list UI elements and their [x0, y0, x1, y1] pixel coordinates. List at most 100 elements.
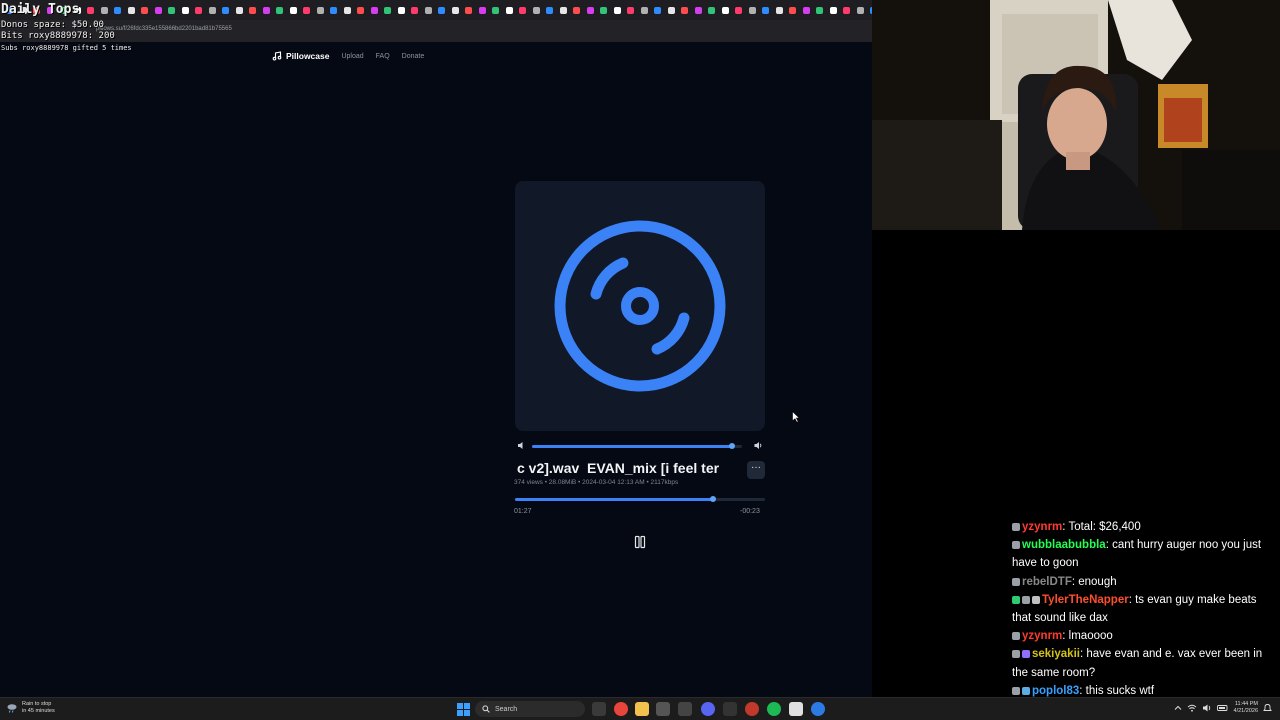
browser-tab[interactable] — [733, 3, 745, 17]
volume-slider[interactable] — [532, 443, 742, 449]
app-icon-3[interactable] — [723, 702, 737, 716]
browser-tab[interactable] — [193, 3, 205, 17]
pause-icon[interactable] — [633, 535, 647, 549]
browser-tab[interactable] — [396, 3, 408, 17]
seek-thumb[interactable] — [709, 496, 716, 502]
spotify-icon[interactable] — [767, 702, 781, 716]
browser-tab[interactable] — [382, 3, 394, 17]
weather-widget[interactable]: Rain to stop in 45 minutes — [6, 701, 55, 715]
app-icon-6[interactable] — [811, 702, 825, 716]
browser-tab[interactable] — [855, 3, 867, 17]
browser-tab[interactable] — [598, 3, 610, 17]
browser-tab[interactable] — [99, 3, 111, 17]
browser-tab[interactable] — [423, 3, 435, 17]
browser-tab[interactable] — [166, 3, 178, 17]
browser-tab[interactable] — [504, 3, 516, 17]
browser-tab[interactable] — [126, 3, 138, 17]
seek-bar[interactable] — [515, 496, 765, 502]
browser-tab[interactable] — [558, 3, 570, 17]
more-options-button[interactable]: ··· — [747, 461, 765, 479]
browser-tab[interactable] — [801, 3, 813, 17]
browser-tab[interactable] — [463, 3, 475, 17]
browser-tab[interactable] — [369, 3, 381, 17]
browser-tab[interactable] — [139, 3, 151, 17]
url-text[interactable]: pillows.su/f/26fdc335e155866bd2201bad81b… — [96, 26, 232, 32]
discord-icon[interactable] — [701, 702, 715, 716]
taskbar-search[interactable]: Search — [475, 701, 585, 717]
file-explorer-icon[interactable] — [635, 702, 649, 716]
chevron-up-icon[interactable] — [1174, 704, 1182, 712]
browser-tab[interactable] — [814, 3, 826, 17]
browser-tab[interactable] — [652, 3, 664, 17]
volume-low-icon[interactable] — [517, 441, 526, 450]
browser-tab[interactable] — [760, 3, 772, 17]
browser-tab[interactable] — [625, 3, 637, 17]
browser-tab[interactable] — [112, 3, 124, 17]
wifi-icon[interactable] — [1187, 703, 1197, 713]
browser-tab[interactable] — [585, 3, 597, 17]
browser-tab[interactable] — [666, 3, 678, 17]
browser-tab[interactable] — [153, 3, 165, 17]
browser-tab[interactable] — [531, 3, 543, 17]
browser-tab[interactable] — [315, 3, 327, 17]
browser-tab[interactable] — [706, 3, 718, 17]
browser-tab[interactable] — [612, 3, 624, 17]
browser-tab[interactable] — [342, 3, 354, 17]
nav-faq[interactable]: FAQ — [376, 53, 390, 60]
chat-username[interactable]: rebelDTF — [1022, 576, 1072, 588]
app-icon-1[interactable] — [656, 702, 670, 716]
browser-tab[interactable] — [571, 3, 583, 17]
browser-tab[interactable] — [477, 3, 489, 17]
browser-tab[interactable] — [720, 3, 732, 17]
browser-tab[interactable] — [234, 3, 246, 17]
task-view-icon[interactable] — [592, 702, 606, 716]
browser-tab[interactable] — [787, 3, 799, 17]
browser-tab[interactable] — [639, 3, 651, 17]
browser-tab[interactable] — [747, 3, 759, 17]
browser-tab[interactable] — [288, 3, 300, 17]
volume-thumb[interactable] — [729, 443, 735, 449]
notification-bell-icon[interactable] — [1263, 703, 1272, 713]
browser-tab[interactable] — [247, 3, 259, 17]
chat-username[interactable]: yzynrm — [1022, 630, 1062, 642]
chrome-icon[interactable] — [614, 702, 628, 716]
brand-link[interactable]: Pillowcase — [272, 51, 329, 61]
browser-tab[interactable] — [274, 3, 286, 17]
chat-username[interactable]: poplol83 — [1032, 685, 1079, 697]
nav-upload[interactable]: Upload — [341, 53, 363, 60]
browser-tab[interactable] — [85, 3, 97, 17]
chat-username[interactable]: yzynrm — [1022, 521, 1062, 533]
browser-tab[interactable] — [679, 3, 691, 17]
tab-favicon-icon — [289, 6, 297, 14]
chat-username[interactable]: sekiyakii — [1032, 648, 1080, 660]
speaker-icon[interactable] — [1202, 703, 1212, 713]
clock[interactable]: 11:44 PM 4/21/2026 — [1234, 701, 1258, 715]
windows-start-icon[interactable] — [457, 703, 470, 716]
browser-tab[interactable] — [450, 3, 462, 17]
chat-username[interactable]: TylerTheNapper — [1042, 594, 1129, 606]
battery-icon[interactable] — [1216, 703, 1229, 713]
chat-username[interactable]: wubblaabubbla — [1022, 539, 1106, 551]
browser-tab[interactable] — [409, 3, 421, 17]
app-icon-4[interactable] — [745, 702, 759, 716]
nav-donate[interactable]: Donate — [402, 53, 425, 60]
app-icon-5[interactable] — [789, 702, 803, 716]
browser-tab[interactable] — [841, 3, 853, 17]
volume-high-icon[interactable] — [754, 441, 763, 450]
browser-tab[interactable] — [490, 3, 502, 17]
browser-tab[interactable] — [301, 3, 313, 17]
browser-tab[interactable] — [517, 3, 529, 17]
browser-tab[interactable] — [693, 3, 705, 17]
browser-tab[interactable] — [544, 3, 556, 17]
browser-tab[interactable] — [220, 3, 232, 17]
browser-tab[interactable] — [207, 3, 219, 17]
app-icon-2[interactable] — [678, 702, 692, 716]
browser-tab[interactable] — [328, 3, 340, 17]
browser-tab[interactable] — [180, 3, 192, 17]
browser-tab[interactable] — [355, 3, 367, 17]
browser-tab[interactable] — [828, 3, 840, 17]
browser-tab[interactable] — [261, 3, 273, 17]
browser-tab[interactable] — [774, 3, 786, 17]
browser-tab[interactable] — [436, 3, 448, 17]
address-bar[interactable]: pillows.su/f/26fdc335e155866bd2201bad81b… — [0, 20, 872, 42]
